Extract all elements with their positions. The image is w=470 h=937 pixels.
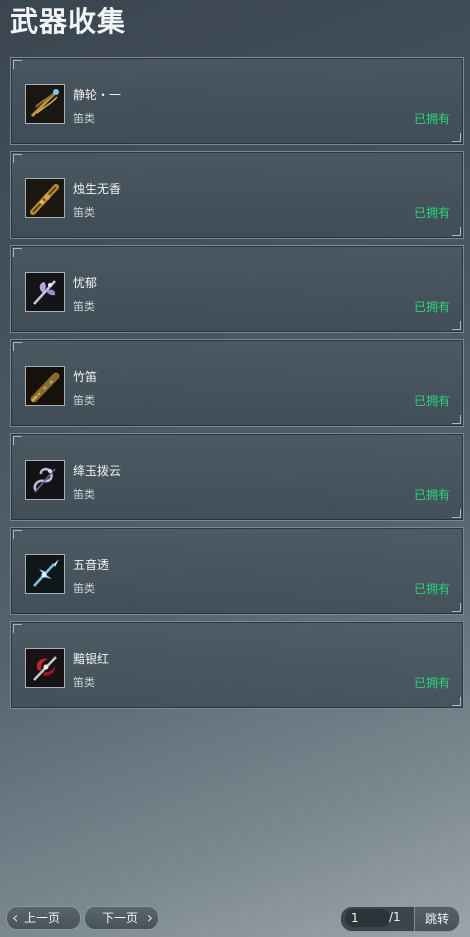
page-title: 武器收集: [10, 5, 127, 38]
weapon-type: 笛类: [73, 582, 95, 595]
golden-flute-icon: [25, 84, 65, 124]
next-page-label: 下一页: [102, 911, 139, 925]
owned-status: 已拥有: [413, 676, 450, 690]
weapon-name: 绛玉拨云: [73, 464, 122, 478]
bamboo-flute-icon: [25, 366, 65, 406]
silver-serpent-flute-icon: [25, 460, 65, 500]
weapon-list: 静轮・一 笛类 已拥有 烛生无香 笛类 已拥有 忧郁 笛类 已拥有 竹笛 笛类 …: [10, 57, 464, 715]
weapon-name: 竹笛: [73, 370, 98, 384]
weapon-card[interactable]: 黯银红 笛类 已拥有: [10, 621, 464, 709]
page-total: /1: [389, 910, 401, 924]
weapon-card[interactable]: 忧郁 笛类 已拥有: [10, 245, 464, 333]
chevron-right-icon: ›: [146, 908, 153, 927]
weapon-type: 笛类: [73, 394, 95, 407]
purple-flute-icon: [25, 272, 65, 312]
weapon-card[interactable]: 竹笛 笛类 已拥有: [10, 339, 464, 427]
weapon-name: 五音透: [73, 558, 110, 572]
weapon-type: 笛类: [73, 112, 95, 125]
jump-button[interactable]: 跳转: [414, 907, 459, 931]
weapon-card[interactable]: 静轮・一 笛类 已拥有: [10, 57, 464, 145]
prev-page-label: 上一页: [24, 911, 61, 925]
page-jump-control: /1 跳转: [340, 906, 460, 932]
owned-status: 已拥有: [413, 300, 450, 314]
owned-status: 已拥有: [413, 112, 450, 126]
owned-status: 已拥有: [413, 488, 450, 502]
weapon-card[interactable]: 烛生无香 笛类 已拥有: [10, 151, 464, 239]
weapon-card[interactable]: 绛玉拨云 笛类 已拥有: [10, 433, 464, 521]
red-silver-flute-icon: [25, 648, 65, 688]
blue-crystal-flute-icon: [25, 554, 65, 594]
prev-page-button[interactable]: ‹ 上一页: [6, 906, 81, 930]
page-number-input[interactable]: [345, 909, 391, 927]
weapon-type: 笛类: [73, 206, 95, 219]
chevron-left-icon: ‹: [12, 908, 19, 927]
next-page-button[interactable]: 下一页 ›: [84, 906, 159, 930]
weapon-name: 忧郁: [73, 276, 98, 290]
owned-status: 已拥有: [413, 206, 450, 220]
weapon-name: 烛生无香: [73, 182, 122, 196]
owned-status: 已拥有: [413, 394, 450, 408]
bronze-flute-icon: [25, 178, 65, 218]
weapon-card[interactable]: 五音透 笛类 已拥有: [10, 527, 464, 615]
owned-status: 已拥有: [413, 582, 450, 596]
weapon-name: 静轮・一: [73, 88, 122, 102]
weapon-type: 笛类: [73, 488, 95, 501]
weapon-type: 笛类: [73, 676, 95, 689]
weapon-name: 黯银红: [73, 652, 110, 666]
weapon-type: 笛类: [73, 300, 95, 313]
